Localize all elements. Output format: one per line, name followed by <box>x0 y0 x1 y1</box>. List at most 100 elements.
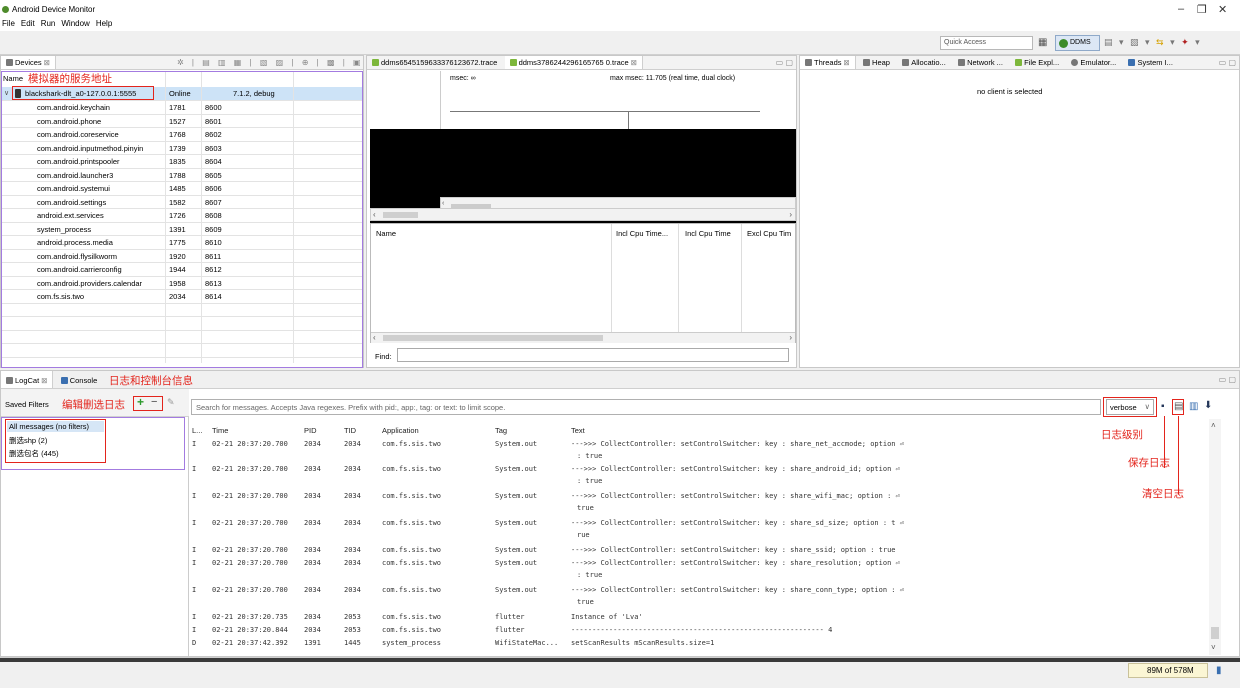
tab-file-explorer[interactable]: File Expl... <box>1010 56 1064 69</box>
logcat-tabbar: LogCat ⊠ Console 日志和控制台信息 ▭ ▢ <box>1 371 1239 389</box>
log-scroll-thumb[interactable] <box>1211 627 1219 639</box>
menu-help[interactable]: Help <box>96 19 112 28</box>
filter-item-shp[interactable]: 删选shp (2) <box>9 435 47 446</box>
log-tag: System.out <box>495 546 538 554</box>
log-application: com.fs.sis.two <box>382 586 442 594</box>
main-toolbar: Quick Access ▦ DDMS ▤ ▾ ▧ ▾ ⇆ ▾ ✦ ▾ <box>0 31 1240 55</box>
profile-table: Name Incl Cpu Time... Incl Cpu Time Excl… <box>370 223 796 343</box>
save-log-icon[interactable]: ▪ <box>1161 401 1165 412</box>
filter-all-messages[interactable]: All messages (no filters) <box>7 421 104 432</box>
client-tabbar: Threads ⊠ Heap Allocatio... Network ... F… <box>800 56 1239 70</box>
log-application: com.fs.sis.two <box>382 519 442 527</box>
client-minmax-icons[interactable]: ▭ ▢ <box>1219 58 1236 67</box>
trace-panel: ddms6545159633376123672.trace ddms378624… <box>366 55 797 368</box>
log-application: com.fs.sis.two <box>382 465 442 473</box>
col-excl-cpu[interactable]: Excl Cpu Tim <box>747 229 791 238</box>
log-text: --->>> CollectController: setControlSwit… <box>571 586 904 594</box>
log-level: I <box>192 613 197 621</box>
devices-toolbar-icons[interactable]: ✲ | ▤ ▥ ▦ | ▧ ▨ | ⊕ | ▩ | ▣ | ▤ ⌐ ▿ ▭ ▢ <box>177 58 363 67</box>
log-level: I <box>192 440 197 448</box>
close-button[interactable]: ✕ <box>1218 3 1227 16</box>
log-pid: 2034 <box>304 519 321 527</box>
log-tag: System.out <box>495 519 538 527</box>
open-perspective-icon[interactable]: ▦ <box>1038 37 1047 48</box>
minimize-button[interactable]: – <box>1178 3 1184 15</box>
tab-allocation[interactable]: Allocatio... <box>897 56 951 69</box>
maximize-button[interactable]: ❐ <box>1197 3 1207 16</box>
file-explorer-icon <box>1015 59 1023 66</box>
wifi-icon <box>958 59 966 66</box>
log-tid: 2034 <box>344 546 361 554</box>
col-tag[interactable]: Tag <box>495 426 507 435</box>
log-search-input[interactable]: Search for messages. Accepts Java regexe… <box>191 399 1101 415</box>
menu-run[interactable]: Run <box>41 19 56 28</box>
remove-filter-icon[interactable]: − <box>151 396 157 408</box>
devices-panel: Devices⊠ ✲ | ▤ ▥ ▦ | ▧ ▨ | ⊕ | ▩ | ▣ | ▤… <box>0 55 364 371</box>
col-name[interactable]: Name <box>376 229 396 238</box>
tab-system-info[interactable]: System I... <box>1123 56 1177 69</box>
col-tid[interactable]: TID <box>344 426 356 435</box>
logcat-minmax-icons[interactable]: ▭ ▢ <box>1219 375 1236 384</box>
table-hscroll[interactable]: ‹ › <box>371 332 795 343</box>
menu-window[interactable]: Window <box>61 19 89 28</box>
log-application: com.fs.sis.two <box>382 626 442 634</box>
tab-trace-1[interactable]: ddms6545159633376123672.trace <box>367 56 502 69</box>
tab-network[interactable]: Network ... <box>953 56 1008 69</box>
clear-pointer <box>1178 416 1179 494</box>
log-pid: 2034 <box>304 440 321 448</box>
edit-filter-icon[interactable]: ✎ <box>167 397 175 408</box>
log-time: 02-21 20:37:20.700 <box>212 440 288 448</box>
tab-console[interactable]: Console <box>56 371 103 388</box>
device-icon <box>6 59 13 66</box>
toggle-filters-icon[interactable]: ▥ <box>1189 401 1198 412</box>
log-level: I <box>192 559 197 567</box>
log-vscroll[interactable]: ˄ ˅ <box>1209 419 1221 655</box>
trace-minmax-icons[interactable]: ▭ ▢ <box>776 58 793 67</box>
col-time[interactable]: Time <box>212 426 228 435</box>
scroll-lock-icon[interactable]: ⬇ <box>1204 400 1212 411</box>
log-tid: 2034 <box>344 465 361 473</box>
col-incl-cpu-pct[interactable]: Incl Cpu Time... <box>616 229 668 238</box>
menu-edit[interactable]: Edit <box>21 19 35 28</box>
log-level: I <box>192 492 197 500</box>
log-text-continuation: true <box>577 504 594 512</box>
log-tag: System.out <box>495 586 538 594</box>
tab-threads[interactable]: Threads ⊠ <box>800 56 856 69</box>
col-application[interactable]: Application <box>382 426 419 435</box>
col-pid[interactable]: PID <box>304 426 317 435</box>
tab-devices[interactable]: Devices ⊠ <box>1 56 56 69</box>
thread-timeline[interactable] <box>370 129 796 184</box>
quick-access-input[interactable]: Quick Access <box>940 36 1033 50</box>
tab-emulator[interactable]: Emulator... <box>1066 56 1121 69</box>
ddms-perspective-button[interactable]: DDMS <box>1055 35 1100 51</box>
log-level: I <box>192 586 197 594</box>
log-text: --->>> CollectController: setControlSwit… <box>571 519 904 527</box>
log-text-continuation: rue <box>577 531 590 539</box>
tab-trace-2[interactable]: ddms3786244296165765 0.trace ⊠ <box>504 56 643 69</box>
system-info-icon <box>1128 59 1136 66</box>
allocation-icon <box>902 59 910 66</box>
emulator-icon <box>1071 59 1079 66</box>
log-pid: 2034 <box>304 465 321 473</box>
menu-file[interactable]: File <box>2 19 15 28</box>
col-level[interactable]: L... <box>192 426 202 435</box>
log-pid: 1391 <box>304 639 321 647</box>
find-input[interactable] <box>397 348 789 362</box>
garbage-collect-icon[interactable]: ▮ <box>1216 665 1222 676</box>
log-time: 02-21 20:37:20.700 <box>212 586 288 594</box>
toolbar-icons[interactable]: ▤ ▾ ▧ ▾ ⇆ ▾ ✦ ▾ <box>1104 37 1202 48</box>
log-application: com.fs.sis.two <box>382 440 442 448</box>
add-filter-icon[interactable]: + <box>137 395 144 409</box>
log-time: 02-21 20:37:42.392 <box>212 639 288 647</box>
col-text[interactable]: Text <box>571 426 585 435</box>
log-level-select[interactable]: verbose ∨ <box>1106 399 1154 415</box>
tab-heap[interactable]: Heap <box>858 56 895 69</box>
heap-icon <box>863 59 871 66</box>
log-pid: 2034 <box>304 546 321 554</box>
tab-logcat[interactable]: LogCat ⊠ <box>1 371 54 388</box>
col-incl-cpu[interactable]: Incl Cpu Time <box>685 229 731 238</box>
log-text: Instance of 'Lva' <box>571 613 643 621</box>
timeline-hscroll[interactable]: ‹ › <box>370 208 796 221</box>
max-msec-label: max msec: 11.705 (real time, dual clock) <box>610 75 736 82</box>
filter-item-package[interactable]: 删选包名 (445) <box>9 448 59 459</box>
